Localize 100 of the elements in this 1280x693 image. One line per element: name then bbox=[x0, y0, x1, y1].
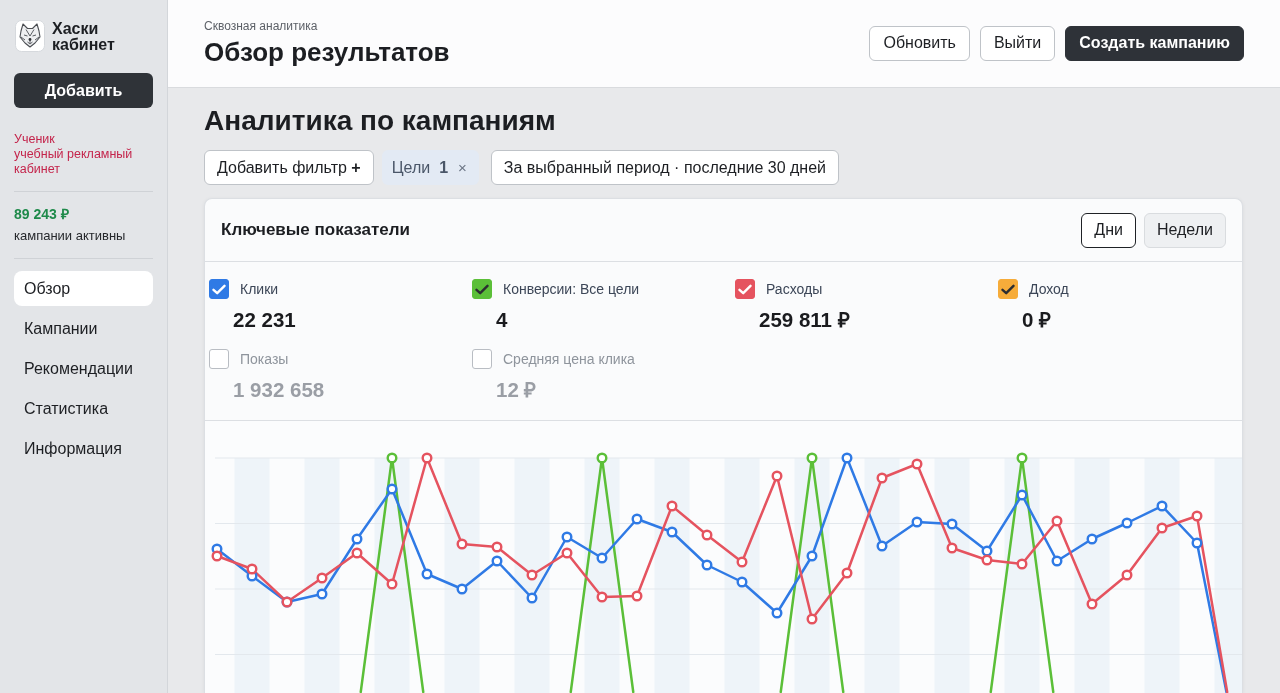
nav-item[interactable]: Рекомендации bbox=[14, 351, 153, 386]
data-point bbox=[316, 588, 328, 600]
nav-item[interactable]: Статистика bbox=[14, 391, 153, 426]
data-point bbox=[806, 550, 818, 562]
account-name: учебный рекламный кабинет bbox=[14, 147, 134, 177]
data-point bbox=[596, 452, 608, 464]
data-point bbox=[456, 583, 468, 595]
data-point bbox=[911, 458, 923, 470]
data-point bbox=[421, 568, 433, 580]
data-point bbox=[316, 572, 328, 584]
data-point bbox=[981, 545, 993, 557]
add-button[interactable]: Добавить bbox=[14, 73, 153, 108]
data-point bbox=[421, 452, 433, 464]
metric-label: Расходы bbox=[766, 281, 823, 297]
data-point bbox=[1051, 555, 1063, 567]
metric-label: Доход bbox=[1029, 281, 1069, 297]
data-point bbox=[1121, 517, 1133, 529]
metric-value: 259 811 ₽ bbox=[759, 307, 850, 333]
data-point bbox=[701, 529, 713, 541]
data-point bbox=[1191, 537, 1203, 549]
metric-value: 4 bbox=[496, 307, 508, 333]
balance-amount: 89 243 ₽ bbox=[14, 205, 69, 223]
metric-label: Средняя цена клика bbox=[503, 351, 635, 367]
data-point bbox=[911, 516, 923, 528]
data-point bbox=[736, 576, 748, 588]
checkbox[interactable] bbox=[735, 279, 755, 299]
data-point bbox=[1016, 489, 1028, 501]
data-point bbox=[491, 541, 503, 553]
data-point bbox=[246, 563, 258, 575]
remove-filter-button[interactable]: × bbox=[457, 158, 468, 177]
period-button[interactable]: За выбранный период · последние 30 дней bbox=[490, 150, 840, 185]
checkmark-icon bbox=[475, 283, 489, 295]
data-point bbox=[876, 540, 888, 552]
data-point bbox=[351, 547, 363, 559]
checkbox[interactable] bbox=[998, 279, 1018, 299]
period-toggle[interactable]: Дни bbox=[1081, 212, 1136, 248]
data-point bbox=[771, 607, 783, 619]
data-point bbox=[701, 559, 713, 571]
page-title: Обзор результатов bbox=[204, 36, 450, 68]
metric-value: 22 231 bbox=[233, 307, 296, 333]
data-point bbox=[596, 591, 608, 603]
data-point bbox=[1016, 452, 1028, 464]
checkbox[interactable] bbox=[472, 279, 492, 299]
data-point bbox=[526, 569, 538, 581]
section-title: Аналитика по кампаниям bbox=[204, 104, 556, 138]
data-point bbox=[946, 542, 958, 554]
create-campaign-button[interactable]: Создать кампанию bbox=[1065, 25, 1244, 61]
data-point bbox=[806, 613, 818, 625]
data-point bbox=[736, 556, 748, 568]
checkmark-icon bbox=[1001, 283, 1015, 295]
metric-value: 12 ₽ bbox=[496, 377, 537, 403]
period-toggle[interactable]: Недели bbox=[1143, 212, 1226, 248]
data-point bbox=[386, 452, 398, 464]
data-point bbox=[1121, 569, 1133, 581]
data-point bbox=[561, 531, 573, 543]
metric-label: Конверсии: Все цели bbox=[503, 281, 640, 297]
data-point bbox=[771, 470, 783, 482]
data-point bbox=[1051, 515, 1063, 527]
metric-label: Показы bbox=[240, 351, 289, 367]
nav-item[interactable]: Обзор bbox=[14, 271, 153, 306]
card-title: Ключевые показатели bbox=[221, 219, 411, 241]
metric-value: 1 932 658 bbox=[233, 377, 325, 403]
checkmark-icon bbox=[212, 283, 226, 295]
data-point bbox=[526, 592, 538, 604]
balance-status: кампании активны bbox=[14, 227, 126, 245]
metric-value: 0 ₽ bbox=[1022, 307, 1052, 333]
filter-chip-label: Цели bbox=[391, 158, 431, 177]
data-point bbox=[666, 500, 678, 512]
filter-chip[interactable]: Цели 1 × bbox=[381, 150, 479, 185]
data-point bbox=[211, 550, 223, 562]
data-point bbox=[981, 554, 993, 566]
data-point bbox=[841, 567, 853, 579]
checkbox[interactable] bbox=[209, 279, 229, 299]
data-point bbox=[666, 526, 678, 538]
data-point bbox=[351, 533, 363, 545]
data-point bbox=[876, 472, 888, 484]
data-point bbox=[386, 483, 398, 495]
checkmark-icon bbox=[738, 283, 752, 295]
data-point bbox=[491, 555, 503, 567]
header-button[interactable]: Обновить bbox=[869, 25, 970, 61]
data-point bbox=[1191, 510, 1203, 522]
data-point bbox=[841, 452, 853, 464]
data-point bbox=[386, 578, 398, 590]
data-point bbox=[1156, 522, 1168, 534]
data-point bbox=[456, 538, 468, 550]
metric-label: Клики bbox=[240, 281, 279, 297]
nav-item[interactable]: Информация bbox=[14, 431, 153, 466]
add-filter-button[interactable]: Добавить фильтр + bbox=[204, 150, 374, 185]
account-role: Ученик bbox=[14, 132, 56, 147]
data-point bbox=[1156, 500, 1168, 512]
checkbox[interactable] bbox=[209, 349, 229, 369]
breadcrumb: Сквозная аналитика bbox=[204, 18, 318, 34]
wolf-logo-icon bbox=[15, 20, 45, 52]
data-point bbox=[631, 590, 643, 602]
checkbox[interactable] bbox=[472, 349, 492, 369]
data-point bbox=[806, 452, 818, 464]
data-point bbox=[561, 547, 573, 559]
header-button[interactable]: Выйти bbox=[979, 25, 1056, 61]
data-point bbox=[1016, 558, 1028, 570]
nav-item[interactable]: Кампании bbox=[14, 311, 153, 346]
